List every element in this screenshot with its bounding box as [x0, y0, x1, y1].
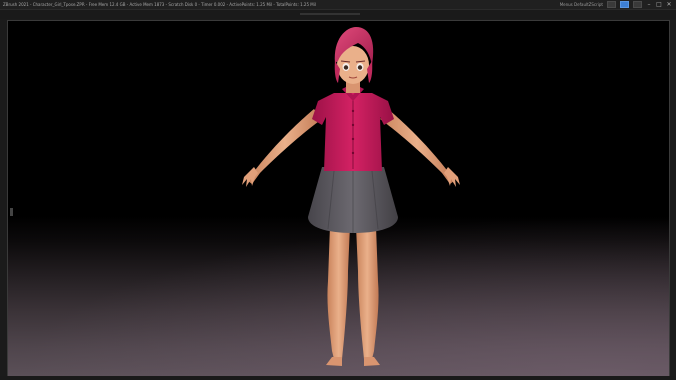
menus-label[interactable]: Menus DefaultZScript — [560, 2, 603, 7]
zbrush-window: ZBrush 2021 - Character_Girl_Tpose.ZPR -… — [0, 0, 676, 380]
right-foot — [364, 357, 380, 366]
left-leg — [327, 226, 350, 359]
window-title: ZBrush 2021 - Character_Girl_Tpose.ZPR -… — [3, 2, 316, 7]
left-foot — [326, 357, 342, 366]
bottom-shelf — [0, 376, 676, 380]
title-bar-right: Menus DefaultZScript – □ ✕ — [560, 0, 672, 9]
see-through-button[interactable] — [620, 1, 629, 8]
right-leg — [356, 226, 379, 359]
quicksave-button[interactable] — [607, 1, 616, 8]
title-bar: ZBrush 2021 - Character_Girl_Tpose.ZPR -… — [0, 0, 676, 10]
canvas-handle[interactable] — [10, 208, 13, 216]
left-arm — [248, 109, 322, 184]
close-button[interactable]: ✕ — [666, 0, 672, 9]
maximize-button[interactable]: □ — [656, 0, 662, 9]
minimize-button[interactable]: – — [646, 0, 652, 9]
shelf-divider — [300, 13, 360, 15]
character-model[interactable] — [238, 21, 468, 376]
layout-button[interactable] — [633, 1, 642, 8]
top-shelf — [0, 10, 676, 19]
document-canvas[interactable] — [7, 20, 670, 377]
